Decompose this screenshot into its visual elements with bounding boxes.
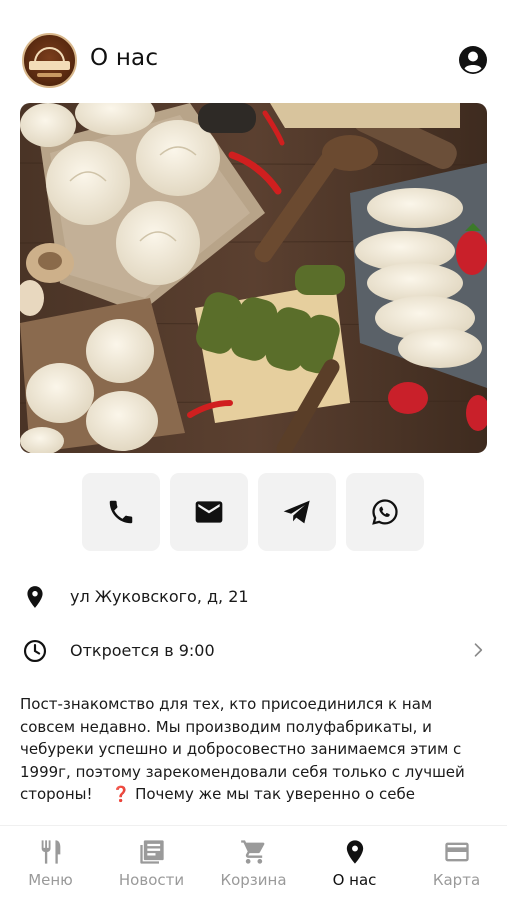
page-title: О нас <box>90 45 159 71</box>
question-icon: ❓ <box>111 785 131 803</box>
cart-icon <box>240 840 264 864</box>
address-text: ул Жуковского, д, 21 <box>70 587 249 606</box>
whatsapp-icon <box>372 499 398 525</box>
tab-cart[interactable]: Корзина <box>203 826 304 900</box>
address-row: ул Жуковского, д, 21 <box>20 576 487 616</box>
tab-about[interactable]: О нас <box>304 826 405 900</box>
account-icon[interactable] <box>458 45 488 75</box>
contact-buttons <box>82 473 426 551</box>
telegram-icon <box>283 500 310 524</box>
phone-button[interactable] <box>82 473 160 551</box>
fork-knife-icon <box>41 840 60 864</box>
location-pin-icon <box>346 840 363 864</box>
bottom-tab-bar: Меню Новости Корзина О нас Карта <box>0 825 507 900</box>
description-text-cont: Почему же мы так уверенно о себе <box>135 785 415 803</box>
tab-menu-label: Меню <box>28 871 73 889</box>
hours-row[interactable]: Откроется в 9:00 <box>20 630 487 670</box>
chevron-right-icon <box>474 643 483 657</box>
brand-logo <box>22 33 77 88</box>
app-header: О нас <box>0 0 507 100</box>
tab-card[interactable]: Карта <box>406 826 507 900</box>
tab-about-label: О нас <box>332 871 377 889</box>
tab-news[interactable]: Новости <box>101 826 202 900</box>
about-description: Пост-знакомство для тех, кто присоединил… <box>20 693 490 825</box>
location-pin-icon <box>27 586 43 608</box>
mail-icon <box>195 501 223 523</box>
tab-menu[interactable]: Меню <box>0 826 101 900</box>
tab-card-label: Карта <box>432 871 481 889</box>
card-icon <box>444 842 469 862</box>
hero-food-photo <box>20 103 487 453</box>
news-icon <box>139 840 164 864</box>
whatsapp-button[interactable] <box>346 473 424 551</box>
tab-cart-label: Корзина <box>220 871 287 889</box>
opening-hours-text: Откроется в 9:00 <box>70 641 215 660</box>
phone-icon <box>109 500 133 524</box>
telegram-button[interactable] <box>258 473 336 551</box>
clock-icon <box>23 639 47 663</box>
tab-news-label: Новости <box>118 871 185 889</box>
email-button[interactable] <box>170 473 248 551</box>
